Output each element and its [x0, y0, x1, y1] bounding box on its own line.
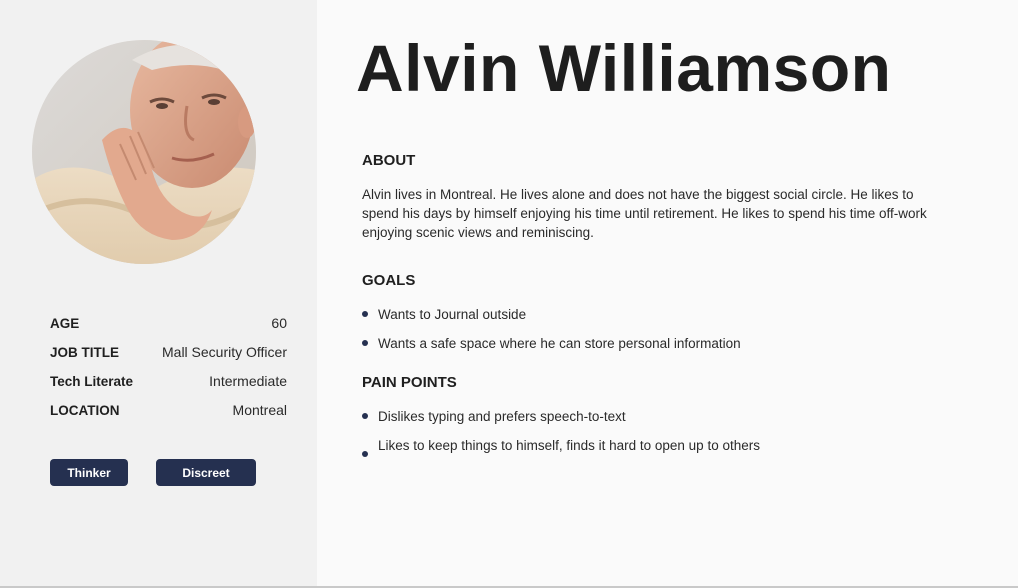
- bullet-icon: [362, 311, 368, 317]
- bullet-icon: [362, 451, 368, 457]
- fact-value: Mall Security Officer: [162, 344, 287, 360]
- pain-point-item: Dislikes typing and prefers speech-to-te…: [362, 407, 768, 426]
- persona-photo: [32, 40, 256, 264]
- pain-point-text: Dislikes typing and prefers speech-to-te…: [378, 409, 626, 424]
- portrait-illustration: [32, 40, 256, 264]
- persona-sidebar: AGE 60 JOB TITLE Mall Security Officer T…: [0, 0, 317, 586]
- goal-text: Wants a safe space where he can store pe…: [378, 336, 741, 351]
- pain-points-heading: PAIN POINTS: [362, 374, 457, 391]
- fact-location: LOCATION Montreal: [50, 399, 287, 428]
- fact-value: Intermediate: [209, 373, 287, 389]
- pain-point-item: Likes to keep things to himself, finds i…: [362, 436, 768, 457]
- goal-item: Wants to Journal outside: [362, 305, 741, 324]
- fact-label: AGE: [50, 316, 80, 331]
- goals-heading: GOALS: [362, 272, 416, 289]
- fact-tech-literate: Tech Literate Intermediate: [50, 370, 287, 399]
- bullet-icon: [362, 340, 368, 346]
- about-text: Alvin lives in Montreal. He lives alone …: [362, 187, 927, 240]
- fact-value: Montreal: [232, 402, 287, 418]
- pain-points-list: Dislikes typing and prefers speech-to-te…: [362, 407, 768, 465]
- goals-list: Wants to Journal outside Wants a safe sp…: [362, 305, 741, 363]
- fact-job-title: JOB TITLE Mall Security Officer: [50, 341, 287, 370]
- tag-thinker: Thinker: [50, 459, 128, 486]
- tag-discreet: Discreet: [156, 459, 256, 486]
- goal-text: Wants to Journal outside: [378, 307, 527, 322]
- about-heading: ABOUT: [362, 152, 416, 169]
- fact-value: 60: [271, 315, 287, 331]
- fact-label: Tech Literate: [50, 374, 134, 389]
- pain-point-text: Likes to keep things to himself, finds i…: [378, 438, 760, 453]
- goal-item: Wants a safe space where he can store pe…: [362, 334, 741, 353]
- fact-label: JOB TITLE: [50, 345, 120, 360]
- fact-label: LOCATION: [50, 403, 120, 418]
- persona-page: AGE 60 JOB TITLE Mall Security Officer T…: [0, 0, 1018, 588]
- bullet-icon: [362, 413, 368, 419]
- persona-name: Alvin Williamson: [356, 31, 892, 105]
- fact-age: AGE 60: [50, 312, 287, 341]
- persona-facts: AGE 60 JOB TITLE Mall Security Officer T…: [50, 312, 287, 428]
